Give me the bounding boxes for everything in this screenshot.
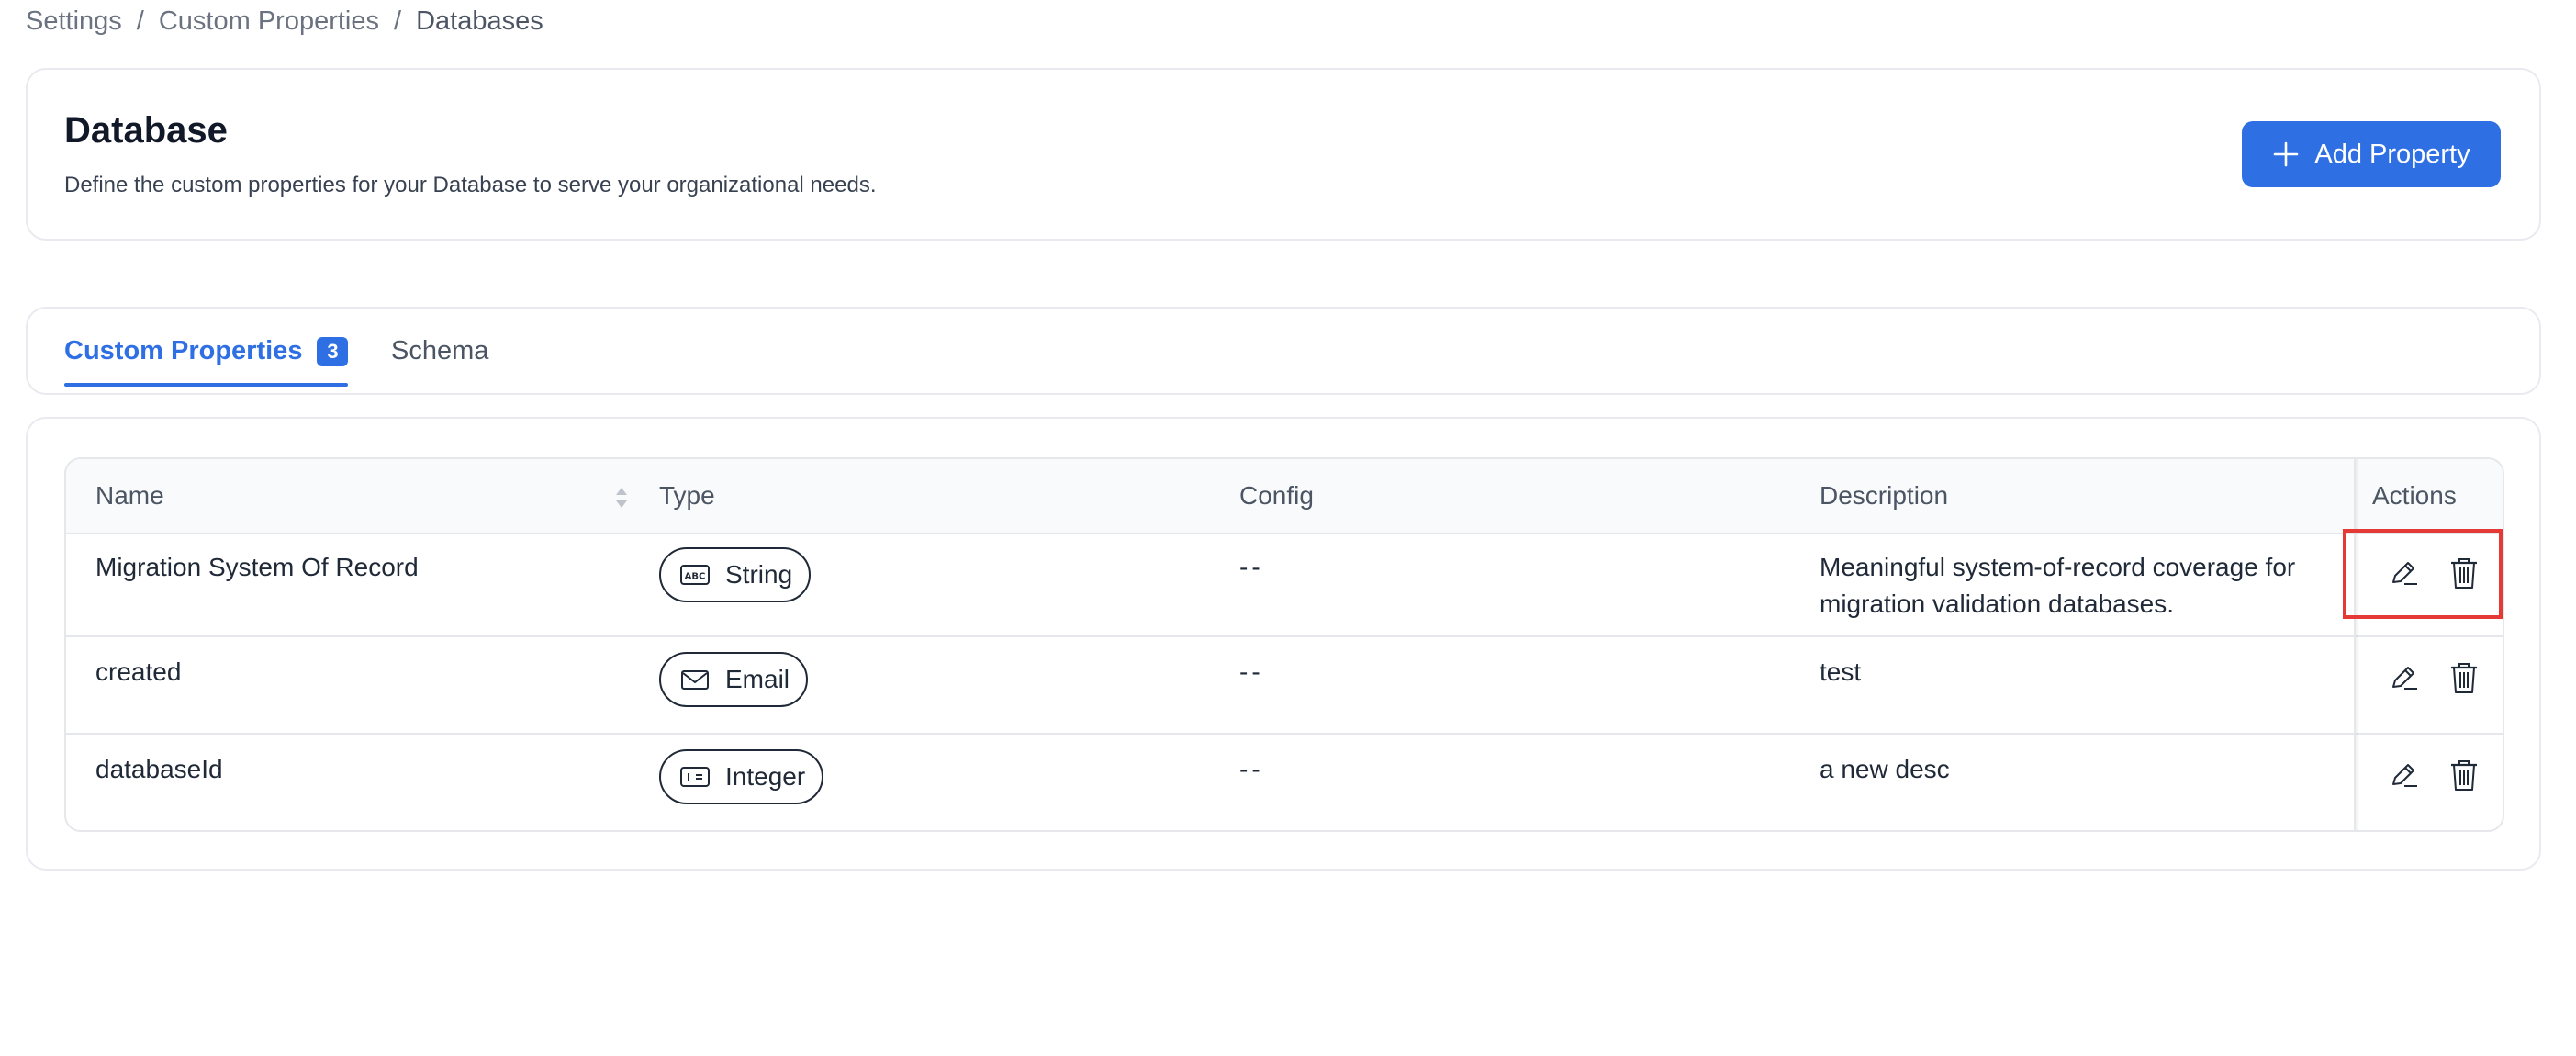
- header-card: Database Define the custom properties fo…: [26, 68, 2541, 241]
- table-header: Name Type Config Description Actions: [66, 459, 2503, 534]
- breadcrumb-settings[interactable]: Settings: [26, 6, 122, 37]
- breadcrumb-separator: /: [394, 6, 402, 36]
- add-property-label: Add Property: [2314, 139, 2470, 169]
- config-value: --: [1239, 755, 1264, 783]
- number-input-icon: [680, 767, 710, 787]
- property-description: test: [1820, 657, 1862, 686]
- row-actions: [2387, 659, 2481, 696]
- page-description: Define the custom properties for your Da…: [64, 173, 877, 197]
- tab-custom-properties-label: Custom Properties: [64, 336, 303, 365]
- config-value: --: [1239, 553, 1264, 581]
- page-title: Database: [64, 110, 228, 151]
- table-row: Migration System Of Record ABC String --…: [66, 533, 2503, 637]
- config-value: --: [1239, 657, 1264, 686]
- column-header-name[interactable]: Name: [95, 459, 164, 533]
- type-chip: Integer: [659, 749, 824, 804]
- page: Settings / Custom Properties / Databases…: [0, 0, 2576, 1056]
- properties-table: Name Type Config Description Actions Mig…: [64, 457, 2504, 832]
- property-name: Migration System Of Record: [95, 553, 419, 581]
- edit-icon[interactable]: [2387, 659, 2420, 696]
- type-label: Email: [725, 665, 790, 693]
- highlight-box: [2343, 529, 2503, 619]
- column-header-config: Config: [1239, 481, 1314, 510]
- count-badge: 3: [317, 336, 349, 366]
- table-row: created Email -- test: [66, 637, 2503, 735]
- sort-icon[interactable]: [613, 485, 630, 511]
- column-header-type: Type: [659, 481, 715, 510]
- type-chip: ABC String: [659, 547, 812, 602]
- type-label: Integer: [725, 762, 806, 791]
- envelope-icon: [681, 670, 709, 690]
- type-label: String: [725, 560, 793, 589]
- svg-text:ABC: ABC: [685, 572, 706, 582]
- breadcrumb-databases: Databases: [416, 6, 543, 36]
- breadcrumb-custom-properties[interactable]: Custom Properties: [159, 6, 379, 37]
- property-name: databaseId: [95, 755, 223, 783]
- edit-icon[interactable]: [2387, 757, 2420, 793]
- trash-icon[interactable]: [2447, 659, 2481, 696]
- breadcrumb-separator: /: [136, 6, 144, 36]
- tab-schema[interactable]: Schema: [391, 336, 488, 366]
- property-name: created: [95, 657, 182, 686]
- row-actions: [2387, 757, 2481, 793]
- property-description: a new desc: [1820, 755, 1950, 783]
- column-header-description: Description: [1820, 481, 1949, 510]
- tabs-bar: Custom Properties 3 Schema: [26, 307, 2541, 395]
- abc-text-icon: ABC: [680, 565, 710, 585]
- breadcrumb: Settings / Custom Properties / Databases: [26, 4, 543, 39]
- column-header-actions: Actions: [2372, 481, 2457, 510]
- add-property-button[interactable]: Add Property: [2242, 121, 2501, 187]
- actions-column-divider: [2354, 459, 2359, 830]
- property-description: Meaningful system-of-record coverage for…: [1820, 553, 2296, 618]
- tab-schema-label: Schema: [391, 336, 489, 365]
- tab-custom-properties[interactable]: Custom Properties 3: [64, 336, 349, 387]
- trash-icon[interactable]: [2447, 757, 2481, 793]
- table-row: databaseId Integer -- a new desc: [66, 735, 2503, 830]
- type-chip: Email: [659, 652, 809, 707]
- plus-icon: [2274, 141, 2299, 167]
- properties-table-card: Name Type Config Description Actions Mig…: [26, 417, 2541, 871]
